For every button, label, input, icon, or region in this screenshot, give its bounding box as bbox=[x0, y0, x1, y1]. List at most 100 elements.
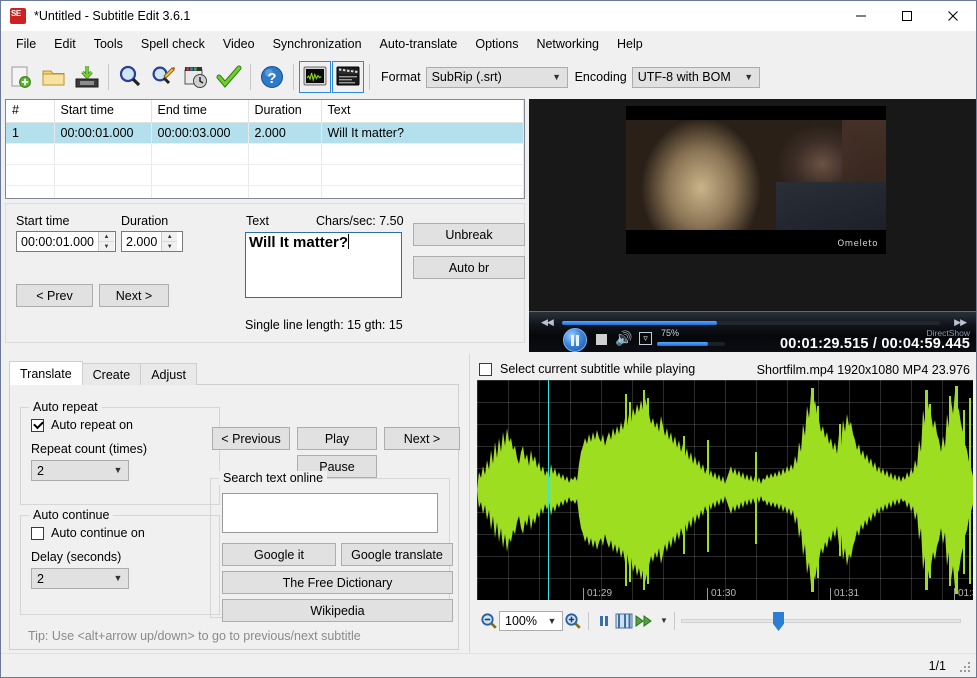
tab-translate[interactable]: Translate bbox=[9, 361, 83, 385]
chevron-down-icon: ▼ bbox=[113, 573, 123, 583]
column-header-text[interactable]: Text bbox=[321, 100, 524, 123]
unbreak-button[interactable]: Unbreak bbox=[413, 223, 525, 246]
maximize-button[interactable] bbox=[884, 1, 930, 31]
replace-icon[interactable] bbox=[147, 61, 179, 93]
select-current-subtitle-checkbox[interactable]: Select current subtitle while playing bbox=[479, 362, 695, 376]
filmstrip-icon[interactable] bbox=[614, 611, 634, 631]
auto-continue-on-checkbox[interactable]: Auto continue on bbox=[31, 526, 145, 540]
select-current-subtitle-label: Select current subtitle while playing bbox=[500, 362, 696, 376]
open-file-icon[interactable] bbox=[38, 61, 70, 93]
start-time-down-icon[interactable]: ▼ bbox=[99, 242, 114, 251]
waveform-position-slider[interactable] bbox=[681, 610, 961, 632]
tab-create[interactable]: Create bbox=[81, 363, 142, 385]
video-stop-button[interactable] bbox=[596, 334, 607, 345]
menu-options[interactable]: Options bbox=[466, 33, 527, 55]
resize-grip-icon[interactable] bbox=[960, 660, 972, 672]
toggle-video-icon[interactable] bbox=[332, 61, 364, 93]
chevron-down-icon[interactable]: ▼ bbox=[544, 616, 560, 626]
rewind-icon[interactable]: ◀◀ bbox=[541, 317, 554, 328]
start-time-value[interactable]: 00:00:01.000 bbox=[17, 232, 98, 251]
subtitle-text-input[interactable]: Will It matter? bbox=[245, 232, 402, 298]
table-row-empty[interactable] bbox=[6, 143, 524, 165]
video-progress-slider[interactable] bbox=[562, 321, 940, 325]
google-it-button[interactable]: Google it bbox=[222, 543, 336, 566]
next-button[interactable]: Next > bbox=[384, 427, 460, 450]
forward-icon[interactable]: ▶▶ bbox=[954, 317, 967, 328]
duration-down-icon[interactable]: ▼ bbox=[162, 242, 177, 251]
zoom-value[interactable]: 100% bbox=[505, 614, 544, 628]
duration-group: Duration 2.000 ▲ ▼ bbox=[121, 214, 183, 252]
help-icon[interactable]: ? bbox=[256, 61, 288, 93]
chevron-down-icon[interactable]: ▼ bbox=[658, 611, 670, 631]
repeat-count-combo[interactable]: 2 ▼ bbox=[31, 460, 129, 481]
save-file-icon[interactable] bbox=[71, 61, 103, 93]
start-time-up-icon[interactable]: ▲ bbox=[99, 232, 114, 242]
waveform-playhead[interactable] bbox=[548, 380, 549, 600]
encoding-value: UTF-8 with BOM bbox=[637, 70, 731, 84]
play-button[interactable]: Play bbox=[297, 427, 377, 450]
spell-check-icon[interactable] bbox=[213, 61, 245, 93]
menu-synchronization[interactable]: Synchronization bbox=[264, 33, 371, 55]
repeat-count-value: 2 bbox=[37, 463, 44, 478]
menu-help[interactable]: Help bbox=[608, 33, 652, 55]
table-row-empty[interactable] bbox=[6, 164, 524, 186]
zoom-out-icon[interactable] bbox=[479, 611, 499, 631]
table-row[interactable]: 1 00:00:01.000 00:00:03.000 2.000 Will I… bbox=[6, 122, 524, 144]
waveform-canvas[interactable]: 01:29 01:30 01:31 01:3 bbox=[477, 380, 973, 600]
format-combo[interactable]: SubRip (.srt) ▼ bbox=[425, 66, 568, 88]
free-dictionary-button[interactable]: The Free Dictionary bbox=[222, 571, 453, 594]
delay-combo[interactable]: 2 ▼ bbox=[31, 568, 129, 589]
subtitle-list[interactable]: # Start time End time Duration Text 1 00… bbox=[5, 99, 525, 199]
toggle-waveform-icon[interactable] bbox=[299, 61, 331, 93]
tab-adjust[interactable]: Adjust bbox=[140, 363, 197, 385]
auto-repeat-on-checkbox[interactable]: Auto repeat on bbox=[31, 418, 133, 432]
volume-slider[interactable] bbox=[657, 342, 725, 346]
wikipedia-button[interactable]: Wikipedia bbox=[222, 599, 453, 622]
duration-up-icon[interactable]: ▲ bbox=[162, 232, 178, 242]
waveform-pause-icon[interactable] bbox=[594, 611, 614, 631]
fullscreen-icon[interactable]: ▿ bbox=[639, 332, 652, 345]
column-header-number[interactable]: # bbox=[6, 100, 55, 123]
fast-forward-icon[interactable] bbox=[634, 611, 658, 631]
google-translate-button[interactable]: Google translate bbox=[341, 543, 453, 566]
title-bar: *Untitled - Subtitle Edit 3.6.1 bbox=[1, 1, 976, 31]
speaker-icon[interactable]: 🔊 bbox=[615, 331, 632, 345]
close-button[interactable] bbox=[930, 1, 976, 31]
waveform-tick bbox=[830, 588, 831, 600]
zoom-in-icon[interactable] bbox=[563, 611, 583, 631]
main-row: # Start time End time Duration Text 1 00… bbox=[1, 97, 976, 354]
find-icon[interactable] bbox=[114, 61, 146, 93]
duration-stepper[interactable]: 2.000 ▲ ▼ bbox=[121, 231, 183, 252]
menu-video[interactable]: Video bbox=[214, 33, 264, 55]
prev-subtitle-button[interactable]: < Prev bbox=[16, 284, 93, 307]
auto-continue-caption: Auto continue bbox=[29, 508, 114, 522]
subtitle-edit-icon bbox=[10, 8, 26, 24]
video-preview[interactable]: Omeleto bbox=[529, 99, 976, 311]
search-input[interactable] bbox=[222, 493, 438, 533]
menu-auto-translate[interactable]: Auto-translate bbox=[371, 33, 467, 55]
menu-edit[interactable]: Edit bbox=[45, 33, 85, 55]
column-header-duration[interactable]: Duration bbox=[248, 100, 322, 123]
auto-br-button[interactable]: Auto br bbox=[413, 256, 525, 279]
column-header-end-time[interactable]: End time bbox=[151, 100, 249, 123]
slider-thumb[interactable] bbox=[773, 612, 784, 631]
menu-tools[interactable]: Tools bbox=[85, 33, 132, 55]
menu-spell-check[interactable]: Spell check bbox=[132, 33, 214, 55]
new-file-icon[interactable] bbox=[5, 61, 37, 93]
start-time-stepper[interactable]: 00:00:01.000 ▲ ▼ bbox=[16, 231, 116, 252]
table-row-empty[interactable] bbox=[6, 185, 524, 198]
encoding-combo[interactable]: UTF-8 with BOM ▼ bbox=[631, 66, 760, 88]
zoom-combo[interactable]: 100% ▼ bbox=[499, 611, 563, 631]
waveform-graph bbox=[477, 386, 973, 594]
waveform-header: Select current subtitle while playing Sh… bbox=[471, 360, 976, 380]
previous-button[interactable]: < Previous bbox=[212, 427, 290, 450]
sync-icon[interactable] bbox=[180, 61, 212, 93]
menu-file[interactable]: File bbox=[7, 33, 45, 55]
duration-value[interactable]: 2.000 bbox=[122, 232, 161, 251]
next-subtitle-button[interactable]: Next > bbox=[99, 284, 169, 307]
video-pause-button[interactable] bbox=[563, 328, 587, 352]
menu-networking[interactable]: Networking bbox=[527, 33, 608, 55]
minimize-button[interactable] bbox=[838, 1, 884, 31]
column-header-start-time[interactable]: Start time bbox=[54, 100, 152, 123]
slider-track bbox=[681, 619, 961, 623]
